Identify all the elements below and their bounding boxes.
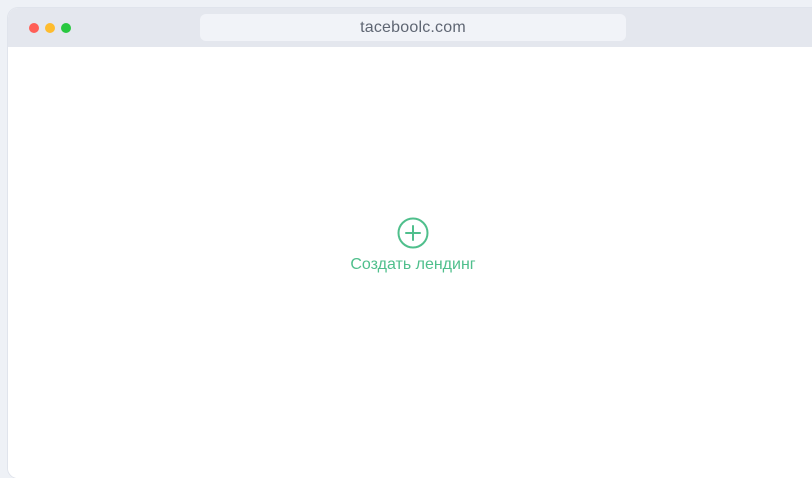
browser-titlebar: taceboolc.com	[8, 8, 812, 47]
plus-circle-icon	[397, 217, 429, 249]
create-landing-button[interactable]: Создать лендинг	[338, 217, 488, 287]
close-window-button[interactable]	[29, 23, 39, 33]
page-content: Создать лендинг	[8, 47, 812, 478]
address-bar[interactable]: taceboolc.com	[200, 14, 626, 41]
maximize-window-button[interactable]	[61, 23, 71, 33]
minimize-window-button[interactable]	[45, 23, 55, 33]
create-landing-label: Создать лендинг	[350, 256, 476, 273]
browser-window: taceboolc.com Создать лендинг	[8, 8, 812, 478]
